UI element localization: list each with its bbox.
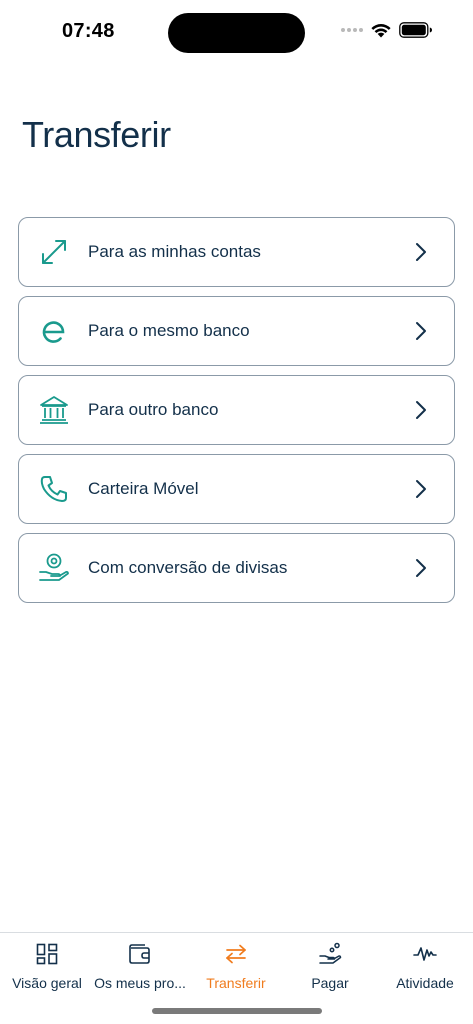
tab-label: Os meus pro... xyxy=(94,975,186,991)
home-indicator[interactable] xyxy=(152,1008,322,1014)
tab-label: Pagar xyxy=(311,975,349,991)
grid-icon xyxy=(34,941,60,967)
chevron-right-icon xyxy=(416,243,426,261)
option-label: Para o mesmo banco xyxy=(88,321,250,340)
activity-icon xyxy=(412,941,438,967)
option-own-accounts[interactable]: Para as minhas contas xyxy=(18,217,455,287)
transfer-screen: 07:48 Transferir Para as minhas contas P… xyxy=(0,0,473,1024)
option-label: Carteira Móvel xyxy=(88,479,199,498)
tab-transfer[interactable]: Transferir xyxy=(189,941,283,1001)
bank-logo-e-icon xyxy=(37,314,71,348)
dynamic-island xyxy=(168,13,305,53)
tab-activity[interactable]: Atividade xyxy=(378,941,472,1001)
tab-overview[interactable]: Visão geral xyxy=(0,941,94,1001)
transfer-arrows-icon xyxy=(223,941,249,967)
option-label: Para outro banco xyxy=(88,400,219,419)
wallet-icon xyxy=(127,941,153,967)
currency-hand-icon xyxy=(37,551,71,585)
option-same-bank[interactable]: Para o mesmo banco xyxy=(18,296,455,366)
transfer-options-list: Para as minhas contas Para o mesmo banco xyxy=(18,217,455,612)
tab-label: Atividade xyxy=(396,975,454,991)
tab-my-products[interactable]: Os meus pro... xyxy=(93,941,187,1001)
arrows-expand-icon xyxy=(37,235,71,269)
chevron-right-icon xyxy=(416,322,426,340)
option-currency-conversion[interactable]: Com conversão de divisas xyxy=(18,533,455,603)
status-time: 07:48 xyxy=(62,20,115,42)
pay-icon xyxy=(317,941,343,967)
tab-label: Transferir xyxy=(206,975,266,991)
wifi-icon xyxy=(371,24,391,38)
bank-building-icon xyxy=(37,393,71,427)
tab-label: Visão geral xyxy=(12,975,82,991)
option-label: Com conversão de divisas xyxy=(88,558,288,577)
cellular-signal-icon xyxy=(341,28,363,32)
option-mobile-wallet[interactable]: Carteira Móvel xyxy=(18,454,455,524)
battery-icon xyxy=(399,22,432,38)
option-other-bank[interactable]: Para outro banco xyxy=(18,375,455,445)
phone-icon xyxy=(37,472,71,506)
chevron-right-icon xyxy=(416,401,426,419)
tab-pay[interactable]: Pagar xyxy=(283,941,377,1001)
status-bar: 07:48 xyxy=(0,0,473,62)
status-icons xyxy=(341,22,433,38)
option-label: Para as minhas contas xyxy=(88,242,261,261)
chevron-right-icon xyxy=(416,480,426,498)
chevron-right-icon xyxy=(416,559,426,577)
page-title: Transferir xyxy=(22,114,171,155)
